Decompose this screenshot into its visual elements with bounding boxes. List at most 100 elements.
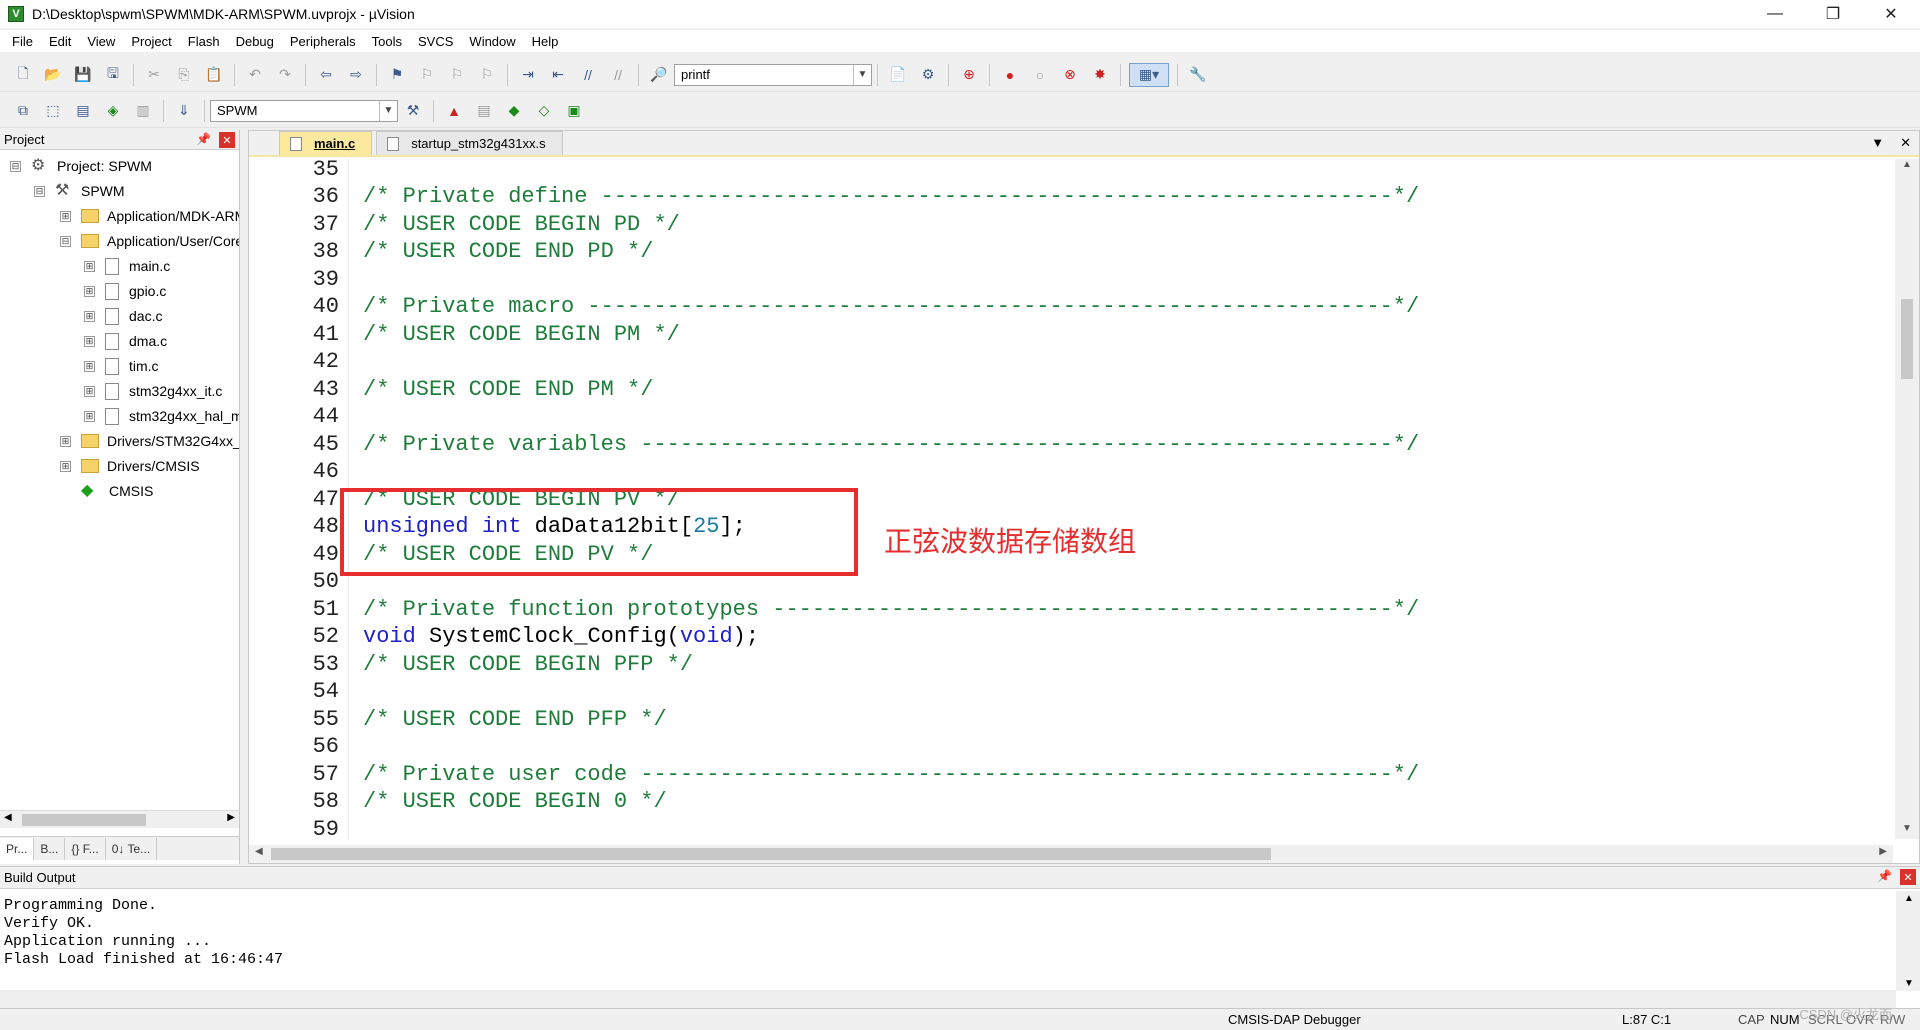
tree-item-file[interactable]: ⊞ main.c — [84, 256, 170, 276]
indent-icon[interactable]: ⇥ — [516, 63, 540, 87]
save-icon[interactable]: 💾 — [71, 63, 95, 87]
download-load-icon[interactable]: ⇓ — [172, 99, 196, 123]
copy-icon[interactable]: ⎘ — [172, 63, 196, 87]
paste-icon[interactable]: 📋 — [202, 63, 226, 87]
code-line[interactable]: 41 /* USER CODE BEGIN PM */ — [249, 320, 680, 348]
code-line[interactable]: 44 — [249, 403, 363, 431]
expand-icon[interactable]: ⊞ — [84, 260, 95, 272]
code-line[interactable]: 52 void SystemClock_Config(void); — [249, 623, 759, 651]
menu-flash[interactable]: Flash — [180, 34, 228, 49]
configure-icon[interactable]: 🔧 — [1186, 63, 1210, 87]
menu-help[interactable]: Help — [524, 34, 567, 49]
bookmark-icon[interactable]: ⚑ — [385, 63, 409, 87]
tree-item-group[interactable]: ⊞ Drivers/CMSIS — [60, 456, 200, 476]
restore-button[interactable]: ❐ — [1804, 0, 1862, 28]
stop-build-icon[interactable]: ▥ — [131, 99, 155, 123]
code-line[interactable]: 43 /* USER CODE END PM */ — [249, 375, 654, 403]
scroll-down-icon[interactable]: ▼ — [1895, 823, 1919, 839]
tree-item-file[interactable]: ⊞ gpio.c — [84, 281, 166, 301]
translate-icon[interactable]: ⧉ — [11, 99, 35, 123]
code-line[interactable]: 45 /* Private variables -----------------… — [249, 430, 1420, 458]
collapse-icon[interactable]: ⊟ — [60, 235, 71, 247]
clear-bookmarks-icon[interactable]: ⚐ — [475, 63, 499, 87]
code-line[interactable]: 37 /* USER CODE BEGIN PD */ — [249, 210, 680, 238]
breakpoint-icon[interactable]: ● — [998, 63, 1022, 87]
prev-bookmark-icon[interactable]: ⚐ — [415, 63, 439, 87]
expand-icon[interactable]: ⊞ — [84, 285, 95, 297]
tree-item-file[interactable]: ⊞ stm32g4xx_hal_msp.c — [84, 406, 239, 426]
tab-main-c[interactable]: main.c — [279, 131, 373, 155]
scroll-left-icon[interactable]: ◀ — [255, 846, 263, 857]
scroll-thumb[interactable] — [1901, 299, 1913, 379]
code-line[interactable]: 54 — [249, 678, 363, 706]
code-line[interactable]: 36 /* Private define --------------------… — [249, 183, 1420, 211]
pack-installer-icon[interactable]: ◇ — [532, 99, 556, 123]
tree-item-project[interactable]: ⊟ ⚙ Project: SPWM — [10, 156, 152, 176]
collapse-icon[interactable]: ⊟ — [10, 160, 21, 172]
disable-all-breakpoints-icon[interactable]: ⊗ — [1058, 63, 1082, 87]
tree-item-group[interactable]: ⊟ Application/User/Core — [60, 231, 239, 251]
menu-edit[interactable]: Edit — [41, 34, 79, 49]
expand-icon[interactable]: ⊞ — [60, 460, 71, 472]
tab-functions[interactable]: {} F... — [65, 837, 106, 860]
menu-view[interactable]: View — [79, 34, 123, 49]
expand-icon[interactable]: ⊞ — [60, 210, 71, 222]
manage-project-items-icon[interactable]: ▲ — [442, 99, 466, 123]
redo-icon[interactable]: ↷ — [273, 63, 297, 87]
target-options-icon[interactable]: ⚒ — [401, 99, 425, 123]
expand-icon[interactable]: ⊞ — [84, 335, 95, 347]
menu-svcs[interactable]: SVCS — [410, 34, 461, 49]
menu-peripherals[interactable]: Peripherals — [282, 34, 364, 49]
code-line[interactable]: 40 /* Private macro ---------------------… — [249, 293, 1420, 321]
tree-item-file[interactable]: ⊞ stm32g4xx_it.c — [84, 381, 222, 401]
build-icon[interactable]: ⬚ — [41, 99, 65, 123]
close-icon[interactable]: ✕ — [1900, 869, 1916, 885]
code-line[interactable]: 58 /* USER CODE BEGIN 0 */ — [249, 788, 667, 816]
manage-rte-icon[interactable]: ◆ — [502, 99, 526, 123]
tree-item-file[interactable]: ⊞ tim.c — [84, 356, 159, 376]
code-line[interactable]: 56 — [249, 733, 363, 761]
scroll-right-icon[interactable]: ▶ — [227, 812, 235, 823]
tab-startup-s[interactable]: startup_stm32g431xx.s — [376, 131, 563, 155]
code-line[interactable]: 55 /* USER CODE END PFP */ — [249, 705, 667, 733]
build-output-vertical-scrollbar[interactable]: ▲ ▼ — [1896, 891, 1920, 991]
cut-icon[interactable]: ✂ — [142, 63, 166, 87]
collapse-icon[interactable]: ⊟ — [34, 185, 45, 197]
uncomment-icon[interactable]: // — [606, 63, 630, 87]
close-icon[interactable]: ✕ — [219, 132, 235, 148]
code-line[interactable]: 53 /* USER CODE BEGIN PFP */ — [249, 650, 693, 678]
code-line[interactable]: 51 /* Private function prototypes -------… — [249, 595, 1420, 623]
close-button[interactable]: ✕ — [1862, 0, 1920, 28]
project-horizontal-scrollbar[interactable]: ◀ ▶ — [0, 810, 239, 828]
minimize-button[interactable]: — — [1746, 0, 1804, 28]
undo-icon[interactable]: ↶ — [243, 63, 267, 87]
expand-icon[interactable]: ⊞ — [60, 435, 71, 447]
navigate-forward-icon[interactable]: ⇨ — [344, 63, 368, 87]
tab-books[interactable]: B... — [34, 837, 66, 860]
pin-icon[interactable]: 📌 — [196, 132, 211, 146]
batch-build-icon[interactable]: ◈ — [101, 99, 125, 123]
unindent-icon[interactable]: ⇤ — [546, 63, 570, 87]
rebuild-icon[interactable]: ▤ — [71, 99, 95, 123]
pin-icon[interactable]: 📌 — [1877, 869, 1892, 883]
build-output-horizontal-scrollbar[interactable] — [0, 990, 1896, 1008]
tab-project[interactable]: Pr... — [0, 837, 35, 860]
scroll-up-icon[interactable]: ▲ — [1904, 893, 1914, 904]
select-packs-icon[interactable]: ▤ — [472, 99, 496, 123]
tree-item-group[interactable]: ⊞ Drivers/STM32G4xx_HAL — [60, 431, 239, 451]
new-file-icon[interactable]: 🗋 — [11, 63, 35, 87]
code-line[interactable]: 39 — [249, 265, 363, 293]
scroll-up-icon[interactable]: ▲ — [1895, 159, 1919, 175]
tree-item-component[interactable]: ◆ CMSIS — [81, 481, 153, 501]
tree-item-file[interactable]: ⊞ dma.c — [84, 331, 167, 351]
find-in-files-icon[interactable]: 🔎 — [647, 63, 671, 87]
scroll-thumb[interactable] — [271, 848, 1271, 860]
chevron-down-icon[interactable]: ▼ — [379, 100, 397, 121]
code-line[interactable]: 35 — [249, 159, 363, 183]
tree-item-file[interactable]: ⊞ dac.c — [84, 306, 162, 326]
find-combo[interactable]: printf ▼ — [674, 63, 872, 86]
browse-icon[interactable]: ⚙ — [916, 63, 940, 87]
expand-icon[interactable]: ⊞ — [84, 360, 95, 372]
expand-icon[interactable]: ⊞ — [84, 385, 95, 397]
close-icon[interactable]: ✕ — [1900, 135, 1911, 151]
